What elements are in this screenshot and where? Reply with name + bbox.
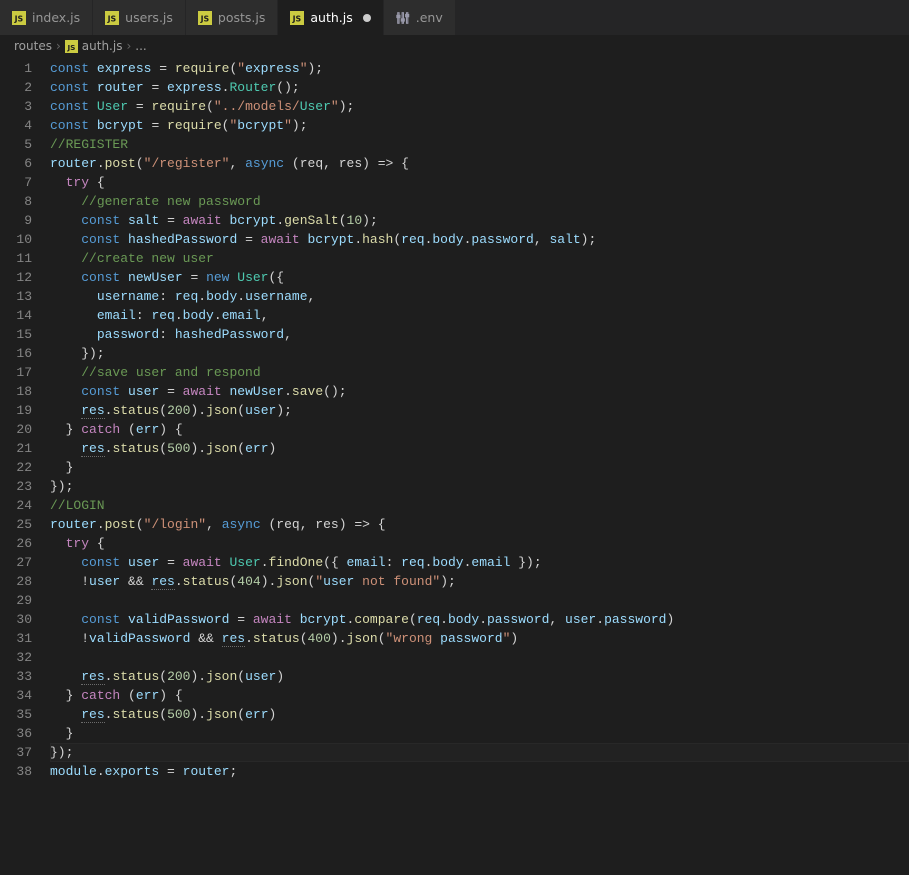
js-file-icon: JS <box>290 11 304 25</box>
tab-users-js[interactable]: JS users.js <box>93 0 186 35</box>
js-file-icon: JS <box>105 11 119 25</box>
tab-label: posts.js <box>218 10 265 25</box>
modified-indicator-icon <box>363 14 371 22</box>
tab-posts-js[interactable]: JS posts.js <box>186 0 278 35</box>
tab-label: auth.js <box>310 10 352 25</box>
js-file-icon: JS <box>12 11 26 25</box>
settings-icon <box>396 11 410 25</box>
tab-label: users.js <box>125 10 173 25</box>
tab-label: index.js <box>32 10 80 25</box>
tab-label: .env <box>416 10 443 25</box>
svg-text:JS: JS <box>14 14 24 23</box>
chevron-right-icon: › <box>56 39 61 53</box>
chevron-right-icon: › <box>126 39 131 53</box>
code-editor[interactable]: 1234567891011121314151617181920212223242… <box>0 57 909 783</box>
breadcrumb[interactable]: routes › JS auth.js › ... <box>0 35 909 57</box>
tab-env[interactable]: .env <box>384 0 456 35</box>
js-file-icon: JS <box>65 40 78 53</box>
code-content[interactable]: const express = require("express");const… <box>50 57 909 783</box>
svg-text:JS: JS <box>66 42 75 51</box>
breadcrumb-folder: routes <box>14 39 52 53</box>
js-file-icon: JS <box>198 11 212 25</box>
svg-text:JS: JS <box>107 14 117 23</box>
breadcrumb-file: auth.js <box>82 39 123 53</box>
line-number-gutter: 1234567891011121314151617181920212223242… <box>0 57 50 783</box>
tab-index-js[interactable]: JS index.js <box>0 0 93 35</box>
breadcrumb-trail: ... <box>135 39 146 53</box>
tab-auth-js[interactable]: JS auth.js <box>278 0 383 35</box>
svg-text:JS: JS <box>200 14 210 23</box>
tab-bar: JS index.js JS users.js JS posts.js JS a… <box>0 0 909 35</box>
svg-text:JS: JS <box>292 14 302 23</box>
